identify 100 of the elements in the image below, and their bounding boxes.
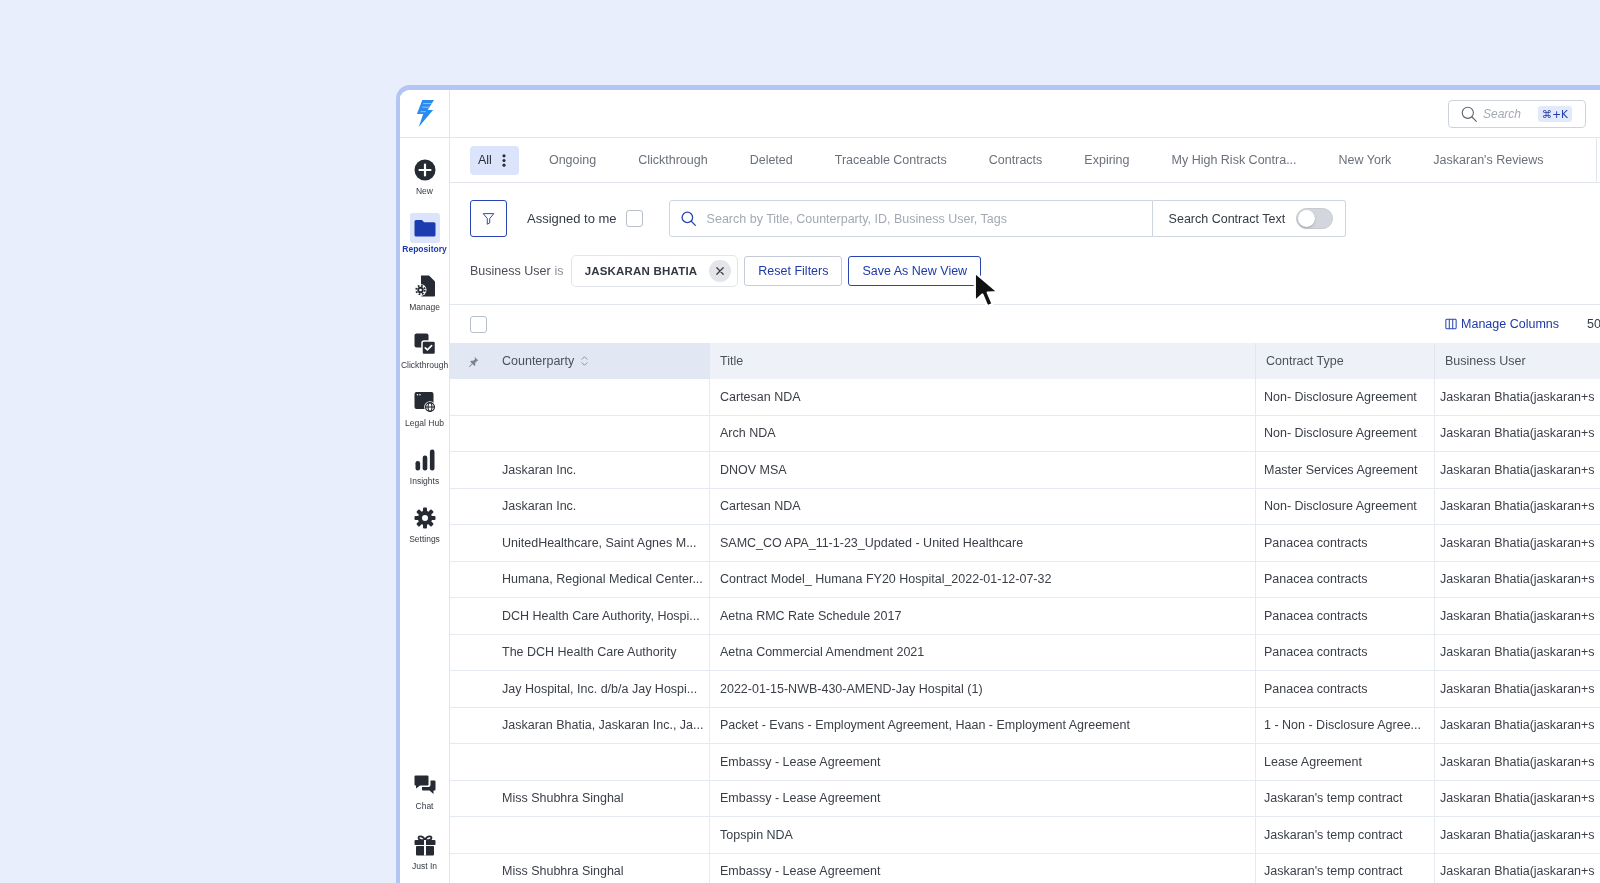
outline-button[interactable]: Save As New View	[848, 256, 982, 286]
table-cell: Jaskaran Bhatia(jaskaran+s	[1440, 681, 1595, 696]
kebab-menu-icon[interactable]	[501, 153, 506, 167]
view-tab[interactable]: Contracts	[976, 145, 1055, 175]
table-cell: Topspin NDA	[720, 827, 793, 842]
checked-squares-icon	[413, 333, 436, 355]
table-cell: Jaskaran's temp contract	[1264, 827, 1403, 842]
table-cell: Jaskaran Bhatia(jaskaran+s	[1440, 535, 1595, 550]
table-cell: Jaskaran Bhatia(jaskaran+s	[1440, 864, 1595, 879]
table-cell: Panacea contracts	[1264, 681, 1368, 696]
sidebar-item[interactable]: Chat	[400, 767, 449, 821]
table-cell: Jaskaran Bhatia(jaskaran+s	[1440, 572, 1595, 587]
search-contract-text-label: Search Contract Text	[1168, 211, 1286, 226]
table-cell: Jaskaran Bhatia, Jaskaran Inc., Ja...	[502, 718, 704, 733]
sort-icon[interactable]	[580, 355, 590, 367]
filter-icon	[482, 212, 495, 225]
table-cell: Panacea contracts	[1264, 645, 1368, 660]
table-cell: Non- Disclosure Agreement	[1264, 499, 1417, 514]
table-cell: Jaskaran Bhatia(jaskaran+s	[1440, 718, 1595, 733]
view-tab[interactable]: All	[470, 145, 519, 175]
table-cell: UnitedHealthcare, Saint Agnes M...	[502, 535, 697, 550]
table-cell: Embassy - Lease Agreement	[720, 791, 881, 806]
table-cell: SAMC_CO APA_11-1-23_Updated - United Healthcare	[720, 535, 1024, 550]
table-cell: Lease Agreement	[1264, 754, 1362, 769]
table-cell: Jaskaran's temp contract	[1264, 864, 1403, 879]
filter-button[interactable]	[470, 200, 507, 237]
view-tab[interactable]: Deleted	[737, 145, 805, 175]
filter-operator: is	[554, 264, 564, 278]
table-cell: Jaskaran Bhatia(jaskaran+s	[1440, 608, 1595, 623]
table-cell: Jaskaran Bhatia(jaskaran+s	[1440, 645, 1595, 660]
table-cell: Jay Hospital, Inc. d/b/a Jay Hospi...	[502, 681, 698, 696]
sidebar-item[interactable]: Legal Hub	[400, 384, 449, 438]
table-cell: Jaskaran Bhatia(jaskaran+s	[1440, 754, 1595, 769]
table-cell: Jaskaran Bhatia(jaskaran+s	[1440, 791, 1595, 806]
manage-columns-link[interactable]: Manage Columns	[1445, 317, 1559, 331]
table-cell: Jaskaran Inc.	[502, 462, 577, 477]
columns-icon	[1445, 318, 1458, 330]
table-cell: Jaskaran Bhatia(jaskaran+s	[1440, 499, 1595, 514]
sidebar-item[interactable]: Manage	[400, 268, 449, 322]
page-size: 50	[1587, 317, 1600, 331]
outline-button[interactable]: Reset Filters	[744, 256, 843, 286]
table-cell: Jaskaran Bhatia(jaskaran+s	[1440, 426, 1595, 441]
checkbox[interactable]	[625, 210, 643, 227]
sidebar-item[interactable]: Repository	[400, 210, 449, 264]
filter-field-label: Business User	[470, 264, 551, 278]
table-cell: Packet - Evans - Employment Agreement, Haan - Employment Agreement	[720, 718, 1130, 733]
browser-globe-icon	[413, 391, 436, 413]
gift-icon	[413, 834, 436, 856]
close-icon[interactable]	[709, 260, 732, 282]
table-cell: Jaskaran Bhatia(jaskaran+s	[1440, 462, 1595, 477]
assigned-to-me-label: Assigned to me	[527, 211, 617, 226]
view-tab[interactable]: Jaskaran's Reviews	[1421, 145, 1556, 175]
table-cell: Non- Disclosure Agreement	[1264, 389, 1417, 404]
select-all-checkbox[interactable]	[470, 315, 487, 333]
view-tab[interactable]: Expiring	[1072, 145, 1142, 175]
column-header[interactable]: Counterparty	[502, 354, 575, 368]
table-cell: Contract Model_ Humana FY20 Hospital_2022-01-12-07-32	[720, 572, 1052, 587]
column-header[interactable]: Business User	[1445, 354, 1526, 368]
table-cell: 1 - Non - Disclosure Agree...	[1264, 718, 1421, 733]
document-gear-icon	[413, 275, 436, 297]
table-cell: Aetna Commercial Amendment 2021	[720, 645, 925, 660]
table-cell: Cartesan NDA	[720, 389, 801, 404]
table-cell: DCH Health Care Authority, Hospi...	[502, 608, 700, 623]
column-header[interactable]: Title	[720, 354, 744, 368]
view-tab[interactable]: Traceable Contracts	[822, 145, 959, 175]
sidebar-item[interactable]: Settings	[400, 500, 449, 554]
table-cell: DNOV MSA	[720, 462, 787, 477]
table-cell: 2022-01-15-NWB-430-AMEND-Jay Hospital (1)	[720, 681, 983, 696]
table-cell: Jaskaran Inc.	[502, 499, 577, 514]
settings-icon	[413, 507, 436, 529]
table-cell: Panacea contracts	[1264, 572, 1368, 587]
plus-circle-icon	[413, 159, 436, 181]
filter-value: JASKARAN BHATIA	[584, 265, 698, 277]
view-tab[interactable]: My High Risk Contra...	[1159, 145, 1309, 175]
search-field[interactable]: Search by Title, Counterparty, ID, Business User, Tags	[668, 200, 1153, 237]
search-icon	[680, 211, 696, 226]
sidebar-item[interactable]: Just In	[400, 827, 449, 881]
table-cell: Non- Disclosure Agreement	[1264, 426, 1417, 441]
view-tab[interactable]: Ongoing	[536, 145, 609, 175]
table-cell: Arch NDA	[720, 426, 776, 441]
sidebar-item[interactable]: Insights	[400, 442, 449, 496]
table-cell: Panacea contracts	[1264, 608, 1368, 623]
view-tab[interactable]: New York	[1326, 145, 1404, 175]
folder-icon	[409, 213, 440, 243]
table-cell: Humana, Regional Medical Center...	[502, 572, 703, 587]
table-cell: Cartesan NDA	[720, 499, 801, 514]
sidebar-item[interactable]: Clickthrough	[400, 326, 449, 380]
view-tab[interactable]: Clickthrough	[626, 145, 720, 175]
pin-icon[interactable]	[468, 355, 479, 367]
table-cell: Miss Shubhra Singhal	[502, 791, 624, 806]
table-cell: Embassy - Lease Agreement	[720, 864, 881, 879]
table-cell: Aetna RMC Rate Schedule 2017	[720, 608, 902, 623]
table-cell: The DCH Health Care Authority	[502, 645, 677, 660]
toggle-switch[interactable]	[1295, 208, 1333, 229]
table-cell: Embassy - Lease Agreement	[720, 754, 881, 769]
search-icon	[1461, 105, 1477, 122]
sidebar-item[interactable]: New	[400, 152, 449, 206]
lightning-logo-icon[interactable]	[414, 100, 435, 127]
table-cell: Panacea contracts	[1264, 535, 1368, 550]
column-header[interactable]: Contract Type	[1266, 354, 1344, 368]
